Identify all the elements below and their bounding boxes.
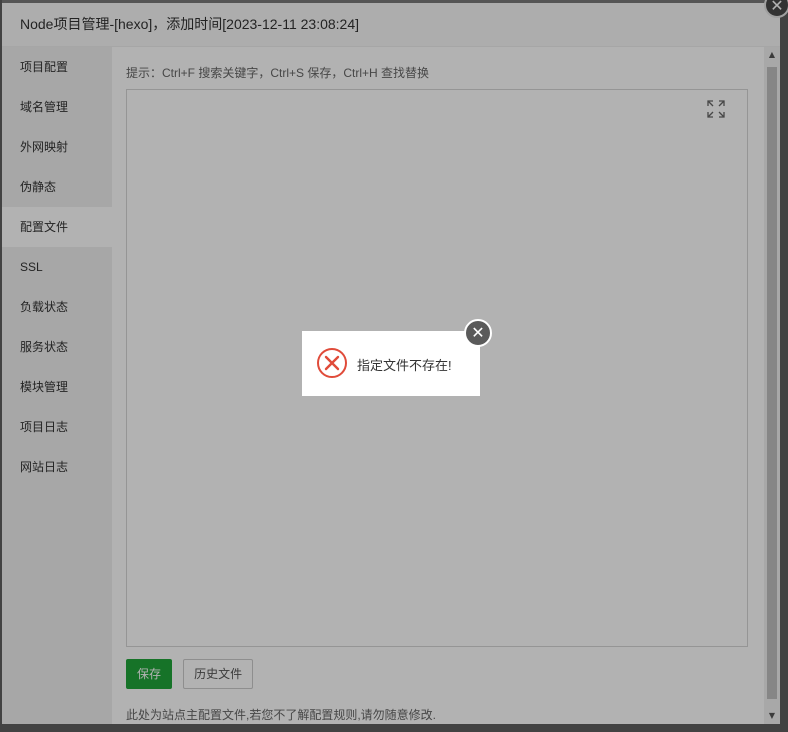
toast-message: 指定文件不存在!	[357, 358, 452, 373]
error-toast: 指定文件不存在! ✕	[302, 319, 492, 396]
close-icon: ✕	[471, 323, 485, 342]
error-circle-icon	[317, 348, 347, 378]
toast-close-button[interactable]: ✕	[464, 319, 492, 347]
